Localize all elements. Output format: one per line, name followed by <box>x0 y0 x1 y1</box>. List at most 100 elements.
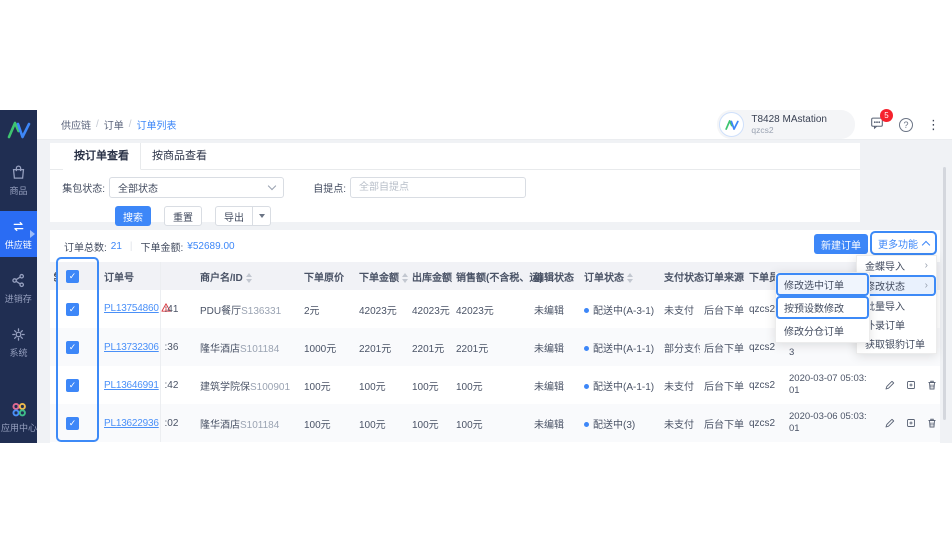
merchant-name: PDU餐厅 <box>200 305 242 317</box>
brand-logo-icon[interactable] <box>7 117 31 143</box>
submenu-item-modify-by-preset[interactable]: 按预设数修改 <box>776 296 869 319</box>
submenu-item-modify-selected-orders[interactable]: 修改选中订单 <box>776 273 869 296</box>
vertical-scrollbar[interactable] <box>943 167 946 420</box>
more-functions-label: 更多功能 <box>878 239 918 251</box>
gear-icon <box>10 325 28 343</box>
outbound-cell: 2201元 <box>408 328 452 366</box>
order-status-cell: 配送中(A-1-1) <box>593 343 655 355</box>
sort-icon[interactable] <box>627 273 633 283</box>
breadcrumb: 供应链 / 订单 / 订单列表 <box>61 117 177 132</box>
status-dot <box>584 307 589 313</box>
delete-icon[interactable] <box>926 379 938 391</box>
filter-actions: 搜索 重置 导出 <box>115 206 860 226</box>
caret-down-icon <box>258 214 265 218</box>
col-price: 下单原价 <box>300 262 355 290</box>
status-dot <box>584 345 589 351</box>
bag-icon <box>10 163 28 181</box>
copy-icon[interactable] <box>905 417 917 429</box>
chevron-up-icon <box>921 240 931 249</box>
messages-button[interactable]: 5 <box>869 108 893 135</box>
row-checkbox[interactable]: ✓ <box>66 340 79 354</box>
sidebar-item-inventory[interactable]: 进销存 <box>0 265 37 311</box>
amount-cell: 42023元 <box>359 305 397 317</box>
col-source: 订单来源 <box>700 262 745 290</box>
reset-button[interactable]: 重置 <box>164 206 202 226</box>
sales-cell: 42023元 <box>456 305 494 317</box>
outbound-cell: 100元 <box>408 404 452 442</box>
export-dropdown-button[interactable] <box>253 206 271 226</box>
more-options-icon[interactable]: ⋮ <box>927 118 940 131</box>
sidebar-item-system[interactable]: 系统 <box>0 319 37 365</box>
sidebar-item-label: 商品 <box>9 186 28 197</box>
row-checkbox[interactable]: ✓ <box>66 378 79 392</box>
pickup-point-label: 自提点: <box>313 184 346 195</box>
breadcrumb-item[interactable]: 供应链 <box>61 117 91 132</box>
col-type-partial: 类 <box>50 262 62 290</box>
edit-status-cell: 未编辑 <box>534 305 564 317</box>
copy-icon[interactable] <box>905 379 917 391</box>
breadcrumb-item[interactable]: 订单 <box>104 117 124 132</box>
sidebar-item-supply-chain[interactable]: 供应链 <box>0 211 37 257</box>
price-cell: 2元 <box>304 305 320 317</box>
order-time-partial: :41 <box>164 303 179 315</box>
col-edit-status: 编辑状态 <box>530 262 580 290</box>
sort-icon[interactable] <box>402 273 408 283</box>
help-icon[interactable]: ? <box>899 117 913 132</box>
sidebar-item-label: 应用中心 <box>0 423 37 434</box>
submenu-item-modify-split-warehouse-order[interactable]: 修改分仓订单 <box>776 319 869 342</box>
breadcrumb-current: 订单列表 <box>136 121 177 132</box>
sidebar-item-goods[interactable]: 商品 <box>0 157 37 203</box>
source-cell: 后台下单 <box>704 305 744 317</box>
pay-status-cell: 未支付 <box>664 381 694 393</box>
amount-cell: 100元 <box>355 404 408 442</box>
order-amount-label: 下单金额: <box>140 242 184 254</box>
merchant-name: 建筑学院保 <box>200 381 250 393</box>
source-cell: 后台下单 <box>700 328 745 366</box>
tab-by-order[interactable]: 按订单查看 <box>63 143 141 170</box>
delete-icon[interactable] <box>926 417 938 429</box>
sort-icon[interactable] <box>245 273 252 283</box>
merchant-id: S101184 <box>240 419 280 431</box>
edit-status-cell: 未编辑 <box>534 381 564 393</box>
sidebar-item-app-center[interactable]: 应用中心 <box>0 394 37 440</box>
row-checkbox[interactable]: ✓ <box>66 302 79 316</box>
select-all-checkbox[interactable]: ✓ <box>66 269 79 283</box>
sales-cell: 100元 <box>456 381 483 393</box>
more-functions-button[interactable]: 更多功能 <box>870 231 937 255</box>
status-dot <box>584 383 589 389</box>
order-link[interactable]: PL13646991 <box>104 380 159 391</box>
breadcrumb-separator: / <box>96 119 99 130</box>
pay-status-cell: 部分支付 <box>660 328 700 366</box>
table-row: ✓ PL13622936 :02 隆华酒店S101184 100元 100元 1… <box>50 404 940 442</box>
operator-cell: qzcs2 <box>745 404 785 442</box>
package-status-select[interactable]: 全部状态 <box>109 177 284 198</box>
order-link[interactable]: PL13732306 <box>104 342 159 353</box>
supply-chain-icon <box>10 217 28 235</box>
tab-by-product[interactable]: 按商品查看 <box>141 143 218 169</box>
col-merchant[interactable]: 商户名/ID <box>196 262 300 290</box>
pay-status-cell: 未支付 <box>664 305 694 317</box>
order-status-cell: 配送中(A-3-1) <box>593 305 655 317</box>
order-link[interactable]: PL13622936 <box>104 418 159 429</box>
search-button[interactable]: 搜索 <box>115 206 151 226</box>
col-order-status[interactable]: 订单状态 <box>580 262 660 290</box>
edit-status-cell: 未编辑 <box>530 328 580 366</box>
edit-icon[interactable] <box>884 379 896 391</box>
edit-icon[interactable] <box>884 417 896 429</box>
chevron-down-icon <box>267 181 277 191</box>
new-order-button[interactable]: 新建订单 <box>814 234 868 254</box>
user-menu[interactable]: T8428 MAstation qzcs2 <box>717 110 855 139</box>
pickup-point-input[interactable] <box>350 177 526 198</box>
order-link[interactable]: PL13754860 <box>104 303 159 314</box>
order-amount-value: ¥52689.00 <box>187 240 235 252</box>
merchant-id: S100901 <box>250 381 291 393</box>
row-checkbox[interactable]: ✓ <box>66 416 79 430</box>
export-button[interactable]: 导出 <box>215 206 253 226</box>
order-status-cell: 配送中(A-1-1) <box>593 381 655 393</box>
merchant-id: S136331 <box>241 305 282 317</box>
filter-row: 集包状态: 全部状态 自提点: <box>50 177 860 198</box>
merchant-id: S101184 <box>240 343 280 355</box>
submenu-arrow-icon: › <box>924 260 928 271</box>
col-amount[interactable]: 下单金额 <box>355 262 408 290</box>
user-account: qzcs2 <box>751 125 774 136</box>
